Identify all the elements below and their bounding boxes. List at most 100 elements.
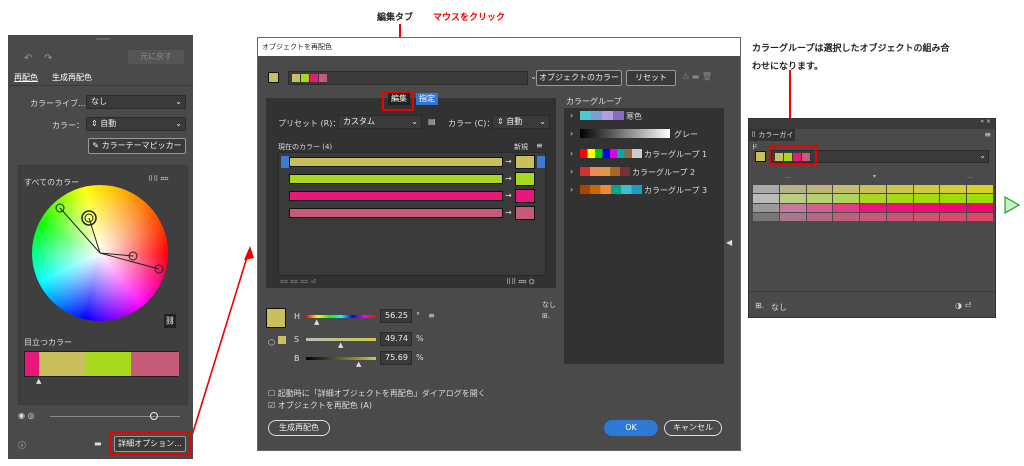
library-label: カラーライブ... bbox=[30, 99, 86, 108]
gamut-swatch[interactable] bbox=[278, 336, 286, 344]
color-group-row[interactable]: › グレー bbox=[564, 126, 724, 142]
base-color-swatch[interactable] bbox=[755, 151, 766, 162]
group-name: カラーグループ 2 bbox=[632, 168, 696, 177]
color-group-field[interactable]: ⌄ bbox=[288, 71, 537, 85]
current-color-row[interactable] bbox=[289, 157, 503, 167]
tab-color-guide[interactable]: ⠿ カラーガイド bbox=[749, 129, 795, 151]
ok-button[interactable]: OK bbox=[604, 420, 658, 436]
preset-value: カスタム bbox=[343, 117, 375, 126]
new-color-swatch[interactable] bbox=[515, 189, 535, 203]
s-label: S bbox=[294, 335, 300, 344]
checkbox-unchecked-icon: ☐ bbox=[268, 389, 278, 398]
s-value[interactable]: 49.74 bbox=[380, 332, 412, 346]
h-value[interactable]: 56.25 bbox=[380, 309, 412, 323]
chevron-right-icon: › bbox=[570, 149, 574, 158]
row-tools-icon[interactable]: ⌗⌗ ⌗⌗ ⌗⌗ ⏎ bbox=[280, 278, 316, 287]
prominent-bar[interactable] bbox=[24, 351, 179, 377]
recolor-objects-checkbox[interactable]: ☑ オブジェクトを再配色 (A) bbox=[268, 400, 372, 411]
collapse-arrow-icon[interactable]: ◀ bbox=[726, 238, 736, 268]
new-color-swatch[interactable] bbox=[515, 172, 535, 186]
generative-recolor-button[interactable]: 生成再配色 bbox=[268, 420, 330, 436]
link-harmony-icon[interactable]: ⠿⠿ ⌗⌗ bbox=[148, 175, 168, 184]
reset-button[interactable]: リセット bbox=[626, 70, 676, 86]
b-slider[interactable] bbox=[306, 357, 376, 360]
theme-picker-button[interactable]: ✎ カラーテーマピッカー bbox=[88, 138, 186, 154]
tab-recolor[interactable]: 再配色 bbox=[14, 72, 38, 83]
object-colors-button[interactable]: オブジェクトのカラー bbox=[536, 70, 622, 86]
recolor-dialog: オブジェクトを再配色 ⌄ オブジェクトのカラー リセット ⚠ ▬ 🗑 編集 指定… bbox=[257, 37, 741, 451]
current-color-row[interactable] bbox=[289, 174, 503, 184]
group-tools-icon[interactable]: ⚠ ▬ 🗑 bbox=[682, 72, 712, 81]
current-color-row[interactable] bbox=[289, 191, 503, 201]
info-icon[interactable]: ⓘ bbox=[18, 440, 26, 451]
highlight-adv-options bbox=[109, 431, 191, 455]
preset-options-icon[interactable]: ▤ bbox=[428, 117, 436, 126]
none-label: なし bbox=[542, 301, 556, 309]
variation-less-label: … bbox=[785, 173, 791, 180]
slider-knob[interactable]: ▲ bbox=[356, 360, 361, 368]
preset-label: プリセット (R)： bbox=[278, 119, 341, 128]
chevron-right-icon: › bbox=[570, 185, 574, 194]
swatch-grid-icon[interactable]: ⊞. bbox=[755, 301, 764, 310]
library-select[interactable]: なし ⌄ bbox=[86, 95, 186, 109]
color-group-row[interactable]: › カラーグループ 3 bbox=[564, 182, 724, 198]
cube-icon[interactable]: ⬡ bbox=[268, 338, 275, 347]
menu-icon[interactable]: ≡ bbox=[984, 130, 991, 139]
panel-header-bar: « × bbox=[749, 118, 995, 129]
recolor-panel: ↶ ↷ 元に戻す 再配色 生成再配色 カラーライブ... なし ⌄ カラー： ⇕ … bbox=[8, 35, 193, 459]
color-group-row[interactable]: › 寒色 bbox=[564, 108, 724, 124]
color-wheel[interactable] bbox=[32, 185, 168, 321]
swatch-grid-icon[interactable]: ⊞. bbox=[542, 312, 550, 320]
menu-icon[interactable]: ≡ bbox=[428, 311, 435, 320]
arrow-icon: → bbox=[505, 208, 512, 217]
cancel-button[interactable]: キャンセル bbox=[664, 420, 722, 436]
saturation-slider[interactable] bbox=[50, 416, 180, 417]
color-group-row[interactable]: › カラーグループ 1 bbox=[564, 146, 724, 162]
arrow-icon: → bbox=[505, 157, 512, 166]
slider-knob[interactable] bbox=[150, 412, 158, 420]
open-on-launch-checkbox[interactable]: ☐ 起動時に「詳細オブジェクトを再配色」ダイアログを開く bbox=[268, 388, 486, 399]
chevron-right-icon: › bbox=[570, 129, 574, 138]
b-value[interactable]: 75.69 bbox=[380, 351, 412, 365]
redo-icon[interactable]: ↷ bbox=[44, 53, 52, 64]
tab-assign[interactable]: 指定 bbox=[416, 93, 438, 105]
undo-icon[interactable]: ↶ bbox=[24, 53, 32, 64]
new-label: 新規 bbox=[514, 143, 528, 151]
b-label: B bbox=[294, 354, 300, 363]
preset-select[interactable]: カスタム ⌄ bbox=[338, 115, 422, 129]
stepper-icon: ⇕ bbox=[91, 119, 101, 128]
divider bbox=[749, 291, 995, 292]
chevron-down-icon: ⌄ bbox=[979, 151, 986, 160]
annotation-group-note-1: カラーグループは選択したオブジェクトの組み合 bbox=[752, 44, 950, 54]
key-color-swatch[interactable] bbox=[268, 72, 279, 83]
next-arrow-icon[interactable] bbox=[1004, 196, 1020, 214]
slider-knob[interactable]: ▲ bbox=[338, 341, 343, 349]
dimmed-button[interactable]: 元に戻す bbox=[128, 50, 184, 64]
folder-icon[interactable]: ▬ bbox=[94, 439, 102, 448]
annotation-edit-tab-title: 編集タブ bbox=[377, 13, 414, 23]
variations-grid[interactable] bbox=[753, 185, 993, 221]
new-color-swatch[interactable] bbox=[515, 155, 535, 169]
hsb-swatch[interactable] bbox=[266, 308, 286, 328]
tab-gen-recolor[interactable]: 生成再配色 bbox=[52, 72, 92, 83]
harmony-tools-icon[interactable]: ⠿⠿ ⌗⌗ ⌬ bbox=[506, 278, 535, 287]
current-color-row[interactable] bbox=[289, 208, 503, 218]
marker-icon[interactable]: ▲ bbox=[36, 377, 41, 385]
chevron-right-icon: › bbox=[570, 167, 574, 176]
lock-icon[interactable]: ⛓ bbox=[164, 314, 176, 328]
library-value: なし bbox=[91, 97, 107, 106]
check1-label: 起動時に「詳細オブジェクトを再配色」ダイアログを開く bbox=[277, 389, 486, 398]
color-group-row[interactable]: › カラーグループ 2 bbox=[564, 164, 724, 180]
menu-icon[interactable]: ≡ bbox=[536, 141, 543, 150]
display-icon[interactable]: ◉ ◎ bbox=[18, 411, 35, 420]
color-select[interactable]: ⇕ 自動 ⌄ bbox=[86, 117, 186, 131]
new-color-swatch[interactable] bbox=[515, 206, 535, 220]
slider-knob[interactable]: ▲ bbox=[314, 318, 319, 326]
h-label: H bbox=[294, 312, 301, 321]
h-unit: ° bbox=[416, 311, 420, 320]
arrow-icon: → bbox=[505, 174, 512, 183]
recolor-icon[interactable]: ◑ ⏎ bbox=[955, 301, 971, 310]
collapse-icon[interactable]: « × bbox=[980, 118, 991, 125]
colors-select[interactable]: ⇕ 自動 ⌄ bbox=[492, 115, 550, 129]
color-groups-list: › 寒色 › グレー › カラーグループ 1 › カラーグループ 2 › カラー… bbox=[564, 108, 724, 364]
